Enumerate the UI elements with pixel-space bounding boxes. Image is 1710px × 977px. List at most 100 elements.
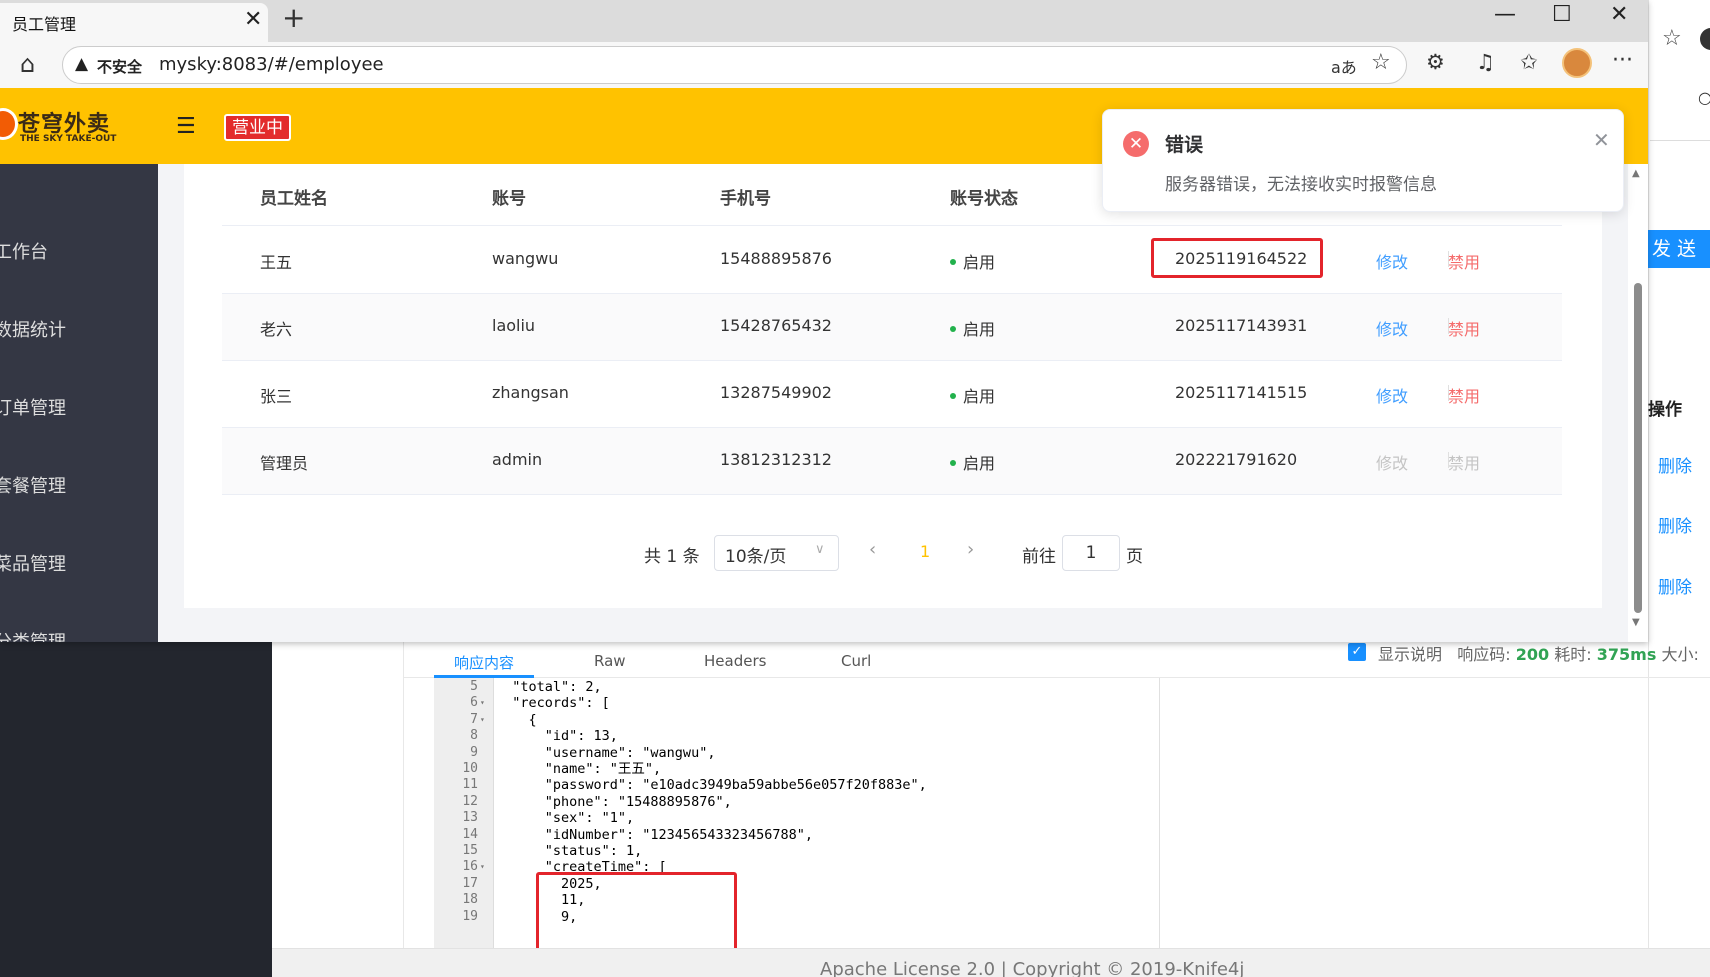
fold-arrow-icon[interactable]: ▾ — [480, 711, 485, 729]
background-favorite-star-icon[interactable]: ☆ — [1662, 26, 1682, 51]
page-size-value: 10条/页 — [725, 547, 787, 567]
page-size-select[interactable]: 10条/页 ∨ — [714, 535, 839, 571]
edit-link[interactable]: 修改 — [1376, 316, 1408, 340]
background-divider — [1650, 140, 1710, 141]
code-line: 6 ▾ "records": [ — [434, 694, 1159, 712]
column-header-name: 员工姓名 — [260, 189, 328, 209]
address-bar[interactable]: ▲ 不安全 mysky:8083/#/employee aあ ☆ — [62, 46, 1407, 84]
music-icon[interactable]: ♫ — [1476, 50, 1495, 74]
sidebar-item-setmeal[interactable]: 套餐管理 — [0, 472, 66, 498]
avatar-icon[interactable] — [1562, 48, 1592, 78]
scroll-up-icon[interactable]: ▲ — [1632, 168, 1640, 179]
status-text: 启用 — [963, 454, 996, 473]
title-bar: 员工管理 ✕ + — ☐ ✕ — [0, 0, 1648, 42]
read-aloud-icon[interactable]: aあ — [1331, 54, 1357, 78]
disable-link: 禁用 — [1448, 454, 1481, 473]
code-line: 15 "status": 1, — [434, 842, 1159, 860]
minimize-icon[interactable]: — — [1494, 2, 1516, 27]
column-header-status: 账号状态 — [950, 189, 1018, 209]
menu-fold-icon[interactable]: ☰ — [176, 114, 196, 139]
more-icon[interactable]: ··· — [1612, 48, 1633, 73]
maximize-icon[interactable]: ☐ — [1552, 2, 1572, 27]
line-number: 6 — [470, 695, 478, 711]
line-number: 7 — [470, 711, 478, 727]
background-delete-link[interactable]: 删除 — [1658, 452, 1692, 477]
notification-title: 错误 — [1165, 134, 1204, 156]
show-description-checkbox[interactable]: ✓ — [1348, 643, 1366, 661]
sidebar-item-category[interactable]: 分类管理 — [0, 628, 66, 642]
favorites-icon[interactable]: ✩ — [1520, 50, 1538, 74]
column-header-account: 账号 — [492, 189, 526, 209]
home-icon[interactable]: ⌂ — [20, 50, 35, 78]
close-icon[interactable]: ✕ — [244, 7, 262, 32]
notification-message: 服务器错误，无法接收实时报警信息 — [1165, 175, 1437, 195]
sidebar-item-statistics[interactable]: 数据统计 — [0, 316, 66, 342]
fold-arrow-icon[interactable]: ▾ — [480, 858, 485, 876]
pagination-total: 共 1 条 — [644, 547, 700, 567]
table-row: 王五 wangwu 15488895876 启用 2025119164522 修改 禁用 — [222, 227, 1562, 294]
next-page-icon[interactable]: › — [967, 539, 974, 560]
size-label: 大小: — [1661, 645, 1699, 664]
notification-close-icon[interactable]: ✕ — [1593, 128, 1610, 152]
logo-subtext: THE SKY TAKE-OUT — [20, 134, 117, 144]
page-number-current[interactable]: 1 — [920, 542, 930, 561]
cell-status: 启用 — [950, 383, 995, 407]
elapsed-value: 375ms — [1596, 645, 1657, 664]
error-icon: ✕ — [1123, 131, 1149, 157]
pagination: 共 1 条 10条/页 ∨ ‹ 1 › 前往 1 页 — [0, 534, 1648, 574]
disable-link[interactable]: 禁用 — [1448, 249, 1480, 273]
sidebar-item-workbench[interactable]: 工作台 — [0, 238, 48, 264]
disable-link[interactable]: 禁用 — [1448, 383, 1480, 407]
cell-time: 2025117141515 — [1175, 383, 1308, 402]
cell-account: laoliu — [492, 316, 536, 335]
browser-window: 员工管理 ✕ + — ☐ ✕ ⌂ ▲ 不安全 mysky:8083/#/empl… — [0, 0, 1648, 642]
cell-status: 启用 — [950, 249, 995, 273]
scrollbar-thumb[interactable] — [1634, 283, 1642, 613]
status-dot-icon — [950, 258, 956, 265]
tab-curl[interactable]: Curl — [841, 652, 871, 670]
background-delete-link[interactable]: 删除 — [1658, 512, 1692, 537]
sidebar-item-orders[interactable]: 订单管理 — [0, 394, 66, 420]
background-delete-link[interactable]: 删除 — [1658, 573, 1692, 598]
goto-label: 前往 — [1022, 547, 1056, 567]
response-code-value: 200 — [1515, 645, 1550, 664]
edit-link[interactable]: 修改 — [1376, 249, 1408, 273]
line-number: 15 — [462, 843, 478, 858]
code-line: 9 "username": "wangwu", — [434, 744, 1159, 762]
cell-account: admin — [492, 450, 543, 469]
cell-account: wangwu — [492, 249, 559, 268]
security-label[interactable]: 不安全 — [97, 56, 142, 77]
url-text[interactable]: mysky:8083/#/employee — [159, 54, 384, 75]
extensions-icon[interactable]: ⚙ — [1426, 50, 1445, 74]
warning-icon[interactable]: ▲ — [75, 54, 88, 74]
window-close-icon[interactable]: ✕ — [1610, 2, 1628, 27]
response-code-label: 响应码: — [1457, 645, 1511, 664]
code-text: "idNumber": "123456543323456788", — [496, 826, 813, 843]
tab-raw[interactable]: Raw — [594, 652, 626, 670]
table-row: 老六 laoliu 15428765432 启用 2025117143931 修改 禁用 — [222, 294, 1562, 361]
footer-license: Apache License 2.0 | Copyright © 2019-Kn… — [820, 959, 1245, 977]
code-text: "password": "e10adc3949ba59abbe56e057f20… — [496, 777, 927, 794]
background-op-header: 操作 — [1648, 400, 1682, 420]
favorite-star-icon[interactable]: ☆ — [1371, 50, 1391, 75]
background-search-icon[interactable]: ○ — [1698, 88, 1710, 107]
edit-link[interactable]: 修改 — [1376, 383, 1408, 407]
send-button[interactable]: 发 送 — [1648, 230, 1710, 268]
background-dark-sidebar — [0, 642, 272, 977]
line-number: 8 — [470, 728, 478, 744]
prev-page-icon[interactable]: ‹ — [869, 539, 876, 560]
cell-time: 202221791620 — [1175, 450, 1298, 469]
fold-arrow-icon[interactable]: ▾ — [480, 694, 485, 712]
goto-page-input[interactable]: 1 — [1062, 535, 1120, 571]
new-tab-icon[interactable]: + — [282, 1, 305, 34]
cell-phone: 15488895876 — [720, 249, 832, 268]
browser-tab[interactable]: 员工管理 ✕ — [0, 3, 268, 42]
tab-headers[interactable]: Headers — [704, 652, 766, 670]
scroll-down-icon[interactable]: ▼ — [1632, 617, 1640, 628]
tab-response-content[interactable]: 响应内容 — [454, 652, 514, 673]
background-left-panel — [272, 642, 404, 948]
code-text: { — [496, 711, 537, 728]
table-row: 管理员 admin 13812312312 启用 202221791620 修改 禁用 — [222, 428, 1562, 495]
disable-link[interactable]: 禁用 — [1448, 316, 1480, 340]
response-meta: 显示说明 响应码: 200 耗时: 375ms 大小: — [1378, 641, 1699, 665]
